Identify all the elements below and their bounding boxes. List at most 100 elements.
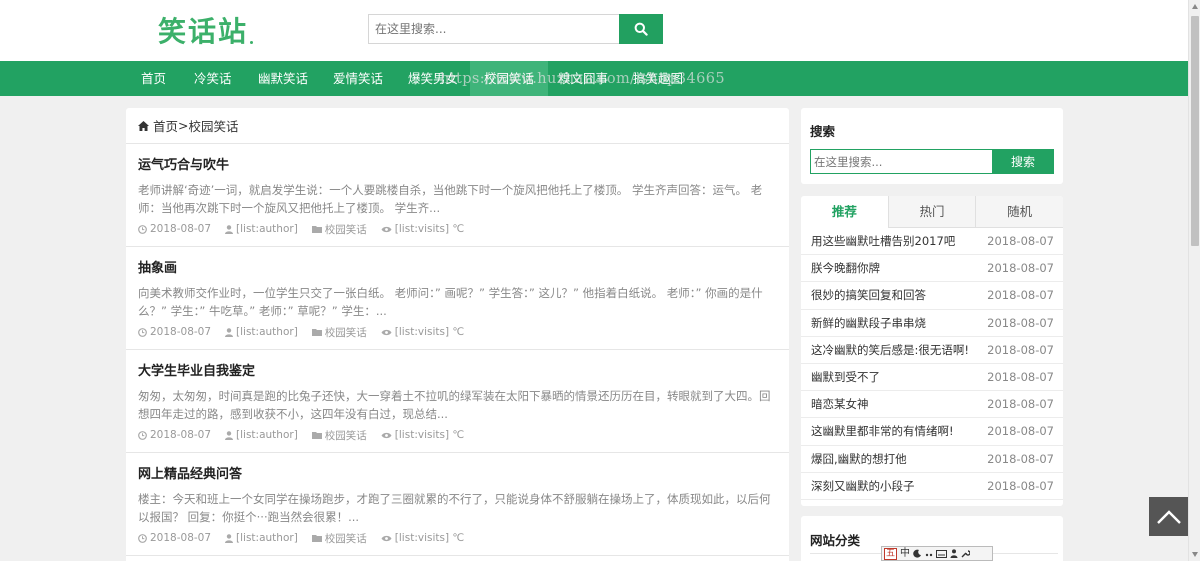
folder-icon — [311, 329, 322, 336]
ranking-title[interactable]: 爆囧,幽默的想打他 — [811, 451, 907, 467]
article-title[interactable]: 运气巧合与吹牛 — [138, 157, 777, 175]
ranking-item[interactable]: 新鲜的幽默段子串串烧 2018-08-07 — [801, 310, 1063, 337]
article-title[interactable]: 大学生毕业自我鉴定 — [138, 363, 777, 381]
article-item: 网上精品经典问答 楼主：今天和班上一个女同学在操场跑步，才跑了三圈就累的不行了，… — [126, 453, 789, 556]
header-search-button[interactable] — [619, 14, 663, 44]
nav-item-love-jokes[interactable]: 爱情笑话 — [333, 61, 383, 96]
meta-date: 2018-08-07 — [138, 429, 211, 441]
clock-icon — [138, 327, 147, 337]
ranking-item[interactable]: 很妙的搞笑回复和回答 2018-08-07 — [801, 282, 1063, 310]
ime-wubi-badge[interactable]: 五 — [884, 547, 898, 560]
site-logo[interactable]: 笑话站 — [158, 10, 254, 50]
article-summary: 老师讲解‘奇迹’一词，就启发学生说：一个人要跳楼自杀，当他跳下时一个旋风把他托上… — [138, 183, 763, 215]
meta-category: 校园笑话 — [311, 325, 367, 340]
ranking-title[interactable]: 新鲜的幽默段子串串烧 — [811, 315, 926, 331]
back-to-top-button[interactable] — [1149, 497, 1188, 536]
wrench-icon[interactable] — [961, 549, 971, 558]
meta-date: 2018-08-07 — [138, 532, 211, 544]
article-author[interactable]: [list:author] — [236, 429, 298, 441]
clock-icon — [138, 224, 147, 234]
punctuation-icon[interactable] — [925, 549, 933, 558]
article-summary: 匆匆，太匆匆，时间真是跑的比兔子还快，大一穿着土不拉叽的绿军装在太阳下暴晒的情景… — [138, 389, 771, 421]
article-author[interactable]: [list:author] — [236, 326, 298, 338]
article-visits: [list:visits] ℃ — [394, 532, 465, 544]
article-category[interactable]: 校园笑话 — [325, 531, 367, 546]
ranking-title[interactable]: 这幽默里都非常的有情绪啊! — [811, 423, 954, 439]
meta-visits: [list:visits] ℃ — [381, 326, 464, 338]
article-visits: [list:visits] ℃ — [394, 223, 465, 235]
sidebar-tabs-widget: 推荐 热门 随机 用这些幽默吐槽告别2017吧 2018-08-07 朕今晚翻你… — [801, 196, 1063, 506]
search-icon — [634, 22, 648, 36]
ranking-title[interactable]: 很妙的搞笑回复和回答 — [811, 287, 926, 303]
breadcrumb-current[interactable]: 校园笑话 — [189, 116, 239, 135]
article-meta: 2018-08-07 [list:author] 校园笑话 [list:visi… — [138, 428, 777, 442]
user-icon — [225, 533, 234, 543]
article-meta: 2018-08-07 [list:author] 校园笑话 [list:visi… — [138, 531, 777, 545]
ranking-item[interactable]: 用这些幽默吐槽告别2017吧 2018-08-07 — [801, 228, 1063, 256]
folder-icon — [311, 535, 322, 542]
ranking-item[interactable]: 这冷幽默的笑后感是:很无语啊! 2018-08-07 — [801, 337, 1063, 364]
ranking-item[interactable]: 爆囧,幽默的想打他 2018-08-07 — [801, 446, 1063, 473]
user-icon — [225, 224, 234, 234]
tab-hot[interactable]: 热门 — [887, 196, 976, 227]
ranking-date: 2018-08-07 — [987, 288, 1054, 303]
ranking-date: 2018-08-07 — [987, 451, 1054, 466]
moon-icon[interactable] — [913, 549, 922, 558]
ranking-title[interactable]: 幽默到受不了 — [811, 369, 880, 385]
main-nav: 首页 冷笑话 幽默笑话 爱情笑话 爆笑男女 校园笑话 糗文囧事 搞笑趣图 — [0, 61, 1188, 96]
nav-item-funny-pics[interactable]: 搞笑趣图 — [633, 61, 683, 96]
ranking-date: 2018-08-07 — [987, 234, 1054, 249]
keyboard-icon[interactable] — [936, 549, 948, 558]
ranking-item[interactable]: 深刻又幽默的小段子 2018-08-07 — [801, 473, 1063, 500]
meta-author: [list:author] — [225, 223, 298, 235]
article-category[interactable]: 校园笑话 — [325, 222, 367, 237]
clock-icon — [138, 430, 147, 440]
ranking-item[interactable]: 这幽默里都非常的有情绪啊! 2018-08-07 — [801, 418, 1063, 446]
tab-recommended[interactable]: 推荐 — [801, 196, 888, 228]
ranking-item[interactable]: 朕今晚翻你牌 2018-08-07 — [801, 255, 1063, 283]
scrollbar-thumb[interactable] — [1191, 16, 1199, 246]
ranking-title[interactable]: 暗恋某女神 — [811, 396, 869, 412]
nav-item-home[interactable]: 首页 — [141, 61, 166, 96]
article-title[interactable]: 抽象画 — [138, 260, 777, 278]
eye-icon — [381, 432, 392, 438]
sidebar-search-input[interactable] — [810, 149, 992, 174]
article-category[interactable]: 校园笑话 — [325, 325, 367, 340]
logo-dot — [250, 41, 254, 44]
nav-item-campus-jokes[interactable]: 校园笑话 — [470, 61, 549, 96]
meta-author: [list:author] — [225, 326, 298, 338]
article-meta: 2018-08-07 [list:author] 校园笑话 [list:visi… — [138, 222, 777, 236]
sidebar-search-widget: 搜索 搜索 — [801, 108, 1063, 184]
logo-text: 笑话站 — [158, 15, 249, 48]
nav-item-humor-jokes[interactable]: 幽默笑话 — [258, 61, 308, 96]
ime-mode[interactable]: 中 — [900, 547, 910, 560]
nav-item-cold-jokes[interactable]: 冷笑话 — [194, 61, 232, 96]
article-date: 2018-08-07 — [150, 532, 212, 544]
article-category[interactable]: 校园笑话 — [325, 428, 367, 443]
nav-item-embarrassing[interactable]: 糗文囧事 — [558, 61, 608, 96]
nav-item-funny-couples[interactable]: 爆笑男女 — [408, 61, 458, 96]
ranking-item[interactable]: 幽默到受不了 2018-08-07 — [801, 364, 1063, 392]
user-icon[interactable] — [950, 549, 958, 558]
article-title[interactable]: 网上精品经典问答 — [138, 466, 777, 484]
ime-toolbar: 五 中 — [881, 546, 993, 561]
ranking-title[interactable]: 朕今晚翻你牌 — [811, 260, 880, 276]
tab-random[interactable]: 随机 — [975, 196, 1063, 227]
article-author[interactable]: [list:author] — [236, 532, 298, 544]
breadcrumb-home[interactable]: 首页 — [153, 116, 178, 135]
eye-icon — [381, 329, 392, 335]
scrollbar[interactable] — [1188, 0, 1200, 561]
sidebar-search-button[interactable]: 搜索 — [992, 149, 1054, 174]
ranking-title[interactable]: 用这些幽默吐槽告别2017吧 — [811, 233, 955, 249]
ranking-title[interactable]: 深刻又幽默的小段子 — [811, 478, 915, 494]
breadcrumb: 首页 > 校园笑话 — [126, 108, 789, 144]
header-search — [368, 14, 663, 44]
article-author[interactable]: [list:author] — [236, 223, 298, 235]
scroll-down-arrow-icon[interactable] — [1191, 550, 1199, 558]
scroll-up-arrow-icon[interactable] — [1191, 3, 1199, 11]
ranking-title[interactable]: 这冷幽默的笑后感是:很无语啊! — [811, 342, 969, 358]
meta-visits: [list:visits] ℃ — [381, 223, 464, 235]
ranking-item[interactable]: 暗恋某女神 2018-08-07 — [801, 391, 1063, 419]
meta-author: [list:author] — [225, 532, 298, 544]
header-search-input[interactable] — [368, 14, 619, 44]
